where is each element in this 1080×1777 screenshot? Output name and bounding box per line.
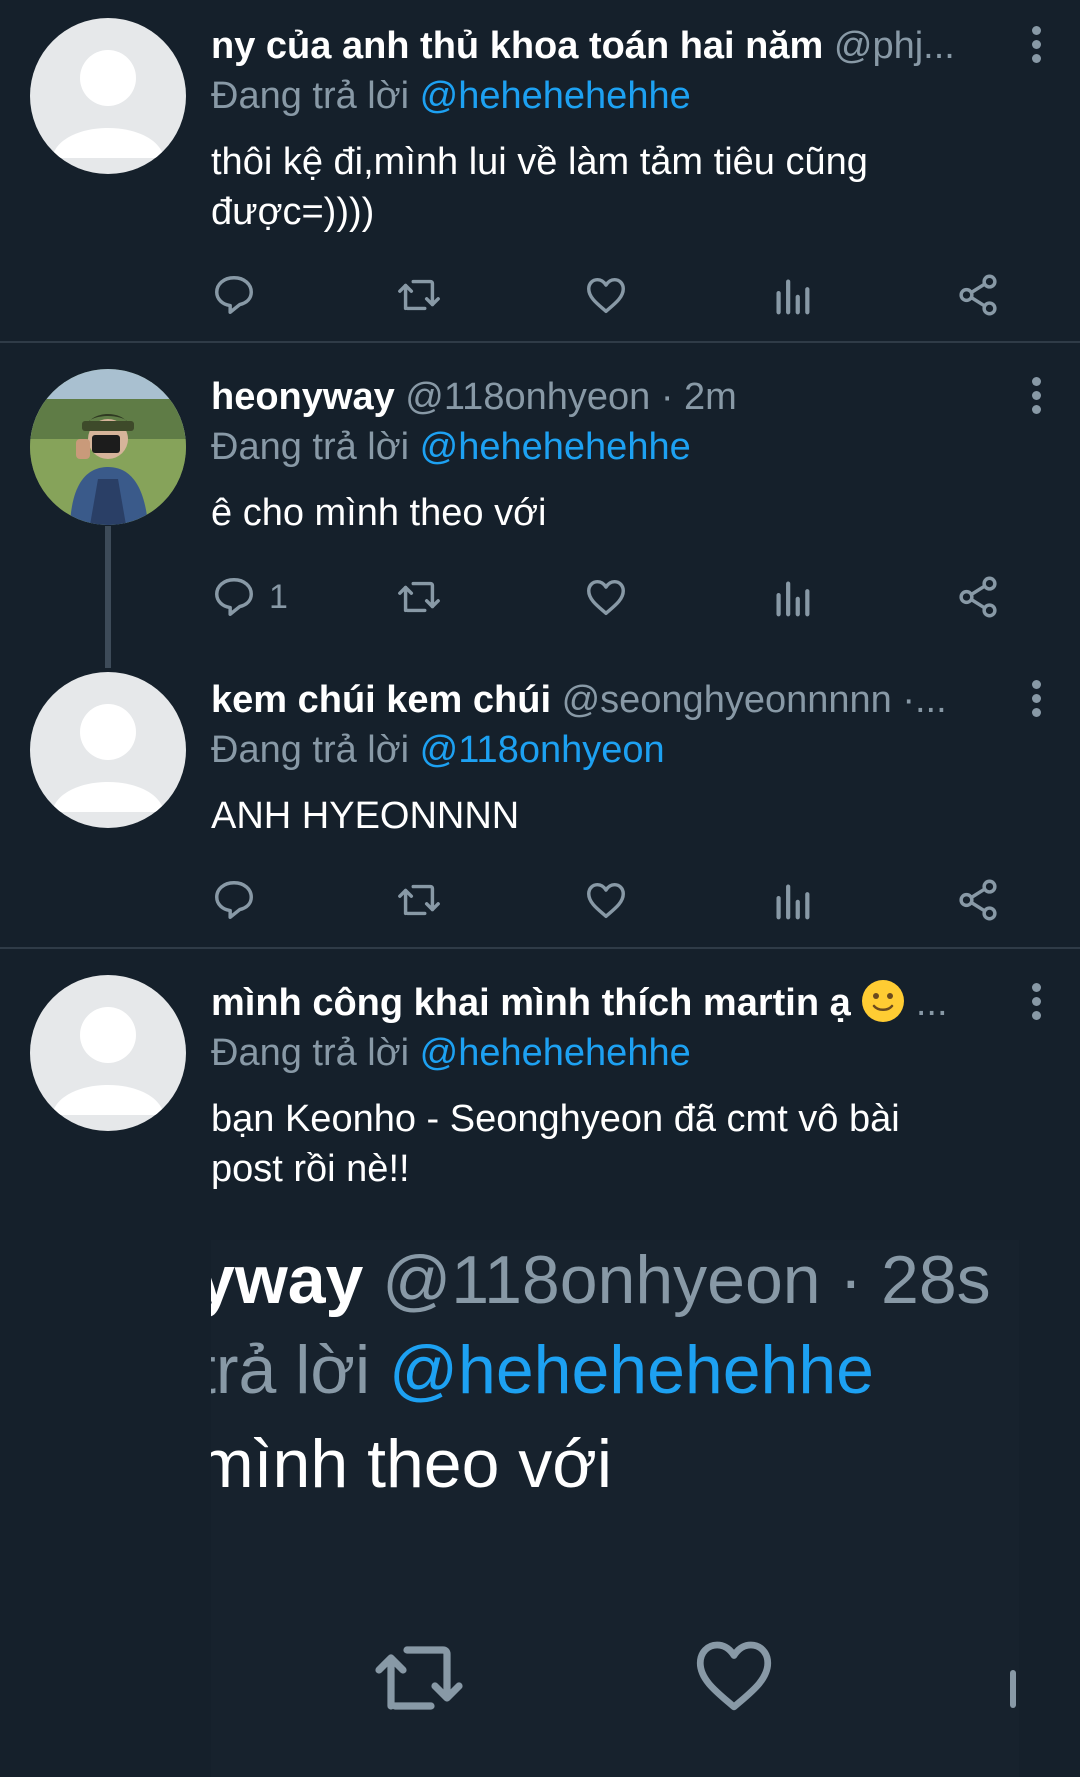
analytics-icon bbox=[776, 279, 810, 315]
tweet-divider bbox=[0, 341, 1080, 343]
tweet-text: ê cho mình theo với bbox=[211, 492, 547, 534]
tweet-actions bbox=[211, 270, 1011, 320]
display-name[interactable]: ny của anh thủ khoa toán hai năm bbox=[211, 25, 823, 67]
image-reply-mention: @hehehehehhe bbox=[388, 1332, 874, 1408]
tweet-actions bbox=[211, 875, 1011, 925]
share-button[interactable] bbox=[955, 875, 1001, 925]
user-handle[interactable]: ... bbox=[916, 982, 948, 1024]
image-display-name: yway bbox=[211, 1242, 364, 1318]
analytics-button[interactable] bbox=[769, 572, 815, 622]
like-icon bbox=[587, 579, 625, 616]
replying-to-label: Đang trả lời bbox=[211, 1032, 410, 1074]
tweet-header: kem chúi kem chúi @seonghyeonnnnn ·... bbox=[211, 676, 970, 724]
tweet-header: heonyway @118onhyeon · 2m bbox=[211, 373, 970, 421]
retweet-button[interactable] bbox=[396, 270, 442, 320]
tweet-text: thôi kệ đi,mình lui về làm tảm tiêu cũng… bbox=[211, 141, 868, 233]
analytics-button[interactable] bbox=[769, 270, 815, 320]
like-icon bbox=[696, 1641, 772, 1711]
thread-connector-line bbox=[105, 526, 111, 668]
tweet-actions: 1 bbox=[211, 572, 1011, 622]
replying-to: Đang trả lời @hehehehehhe bbox=[211, 1029, 691, 1077]
more-icon[interactable] bbox=[1028, 983, 1044, 1025]
display-name[interactable]: heonyway bbox=[211, 376, 395, 418]
share-button[interactable] bbox=[955, 572, 1001, 622]
image-reply-label: trả lời bbox=[211, 1332, 371, 1408]
image-handle: @118onhyeon · 28s bbox=[382, 1242, 991, 1318]
image-name-line: yway @118onhyeon · 28s bbox=[211, 1240, 991, 1320]
reply-icon bbox=[215, 881, 253, 919]
slightly-smiling-face-icon bbox=[862, 980, 905, 1022]
retweet-icon bbox=[398, 884, 440, 916]
user-handle[interactable]: @seonghyeonnnnn ·... bbox=[562, 679, 947, 721]
attached-image[interactable]: yway @118onhyeon · 28s trả lời @hehehehe… bbox=[211, 1240, 1019, 1777]
image-reply-line: trả lời @hehehehehhe bbox=[211, 1330, 874, 1410]
reply-button[interactable] bbox=[211, 875, 257, 925]
replying-to-label: Đang trả lời bbox=[211, 729, 410, 771]
retweet-icon bbox=[375, 1646, 463, 1710]
like-icon bbox=[587, 882, 625, 919]
image-tweet-text: mình theo với bbox=[211, 1426, 613, 1502]
like-icon bbox=[587, 277, 625, 314]
retweet-icon bbox=[398, 581, 440, 613]
more-icon[interactable] bbox=[1028, 26, 1044, 68]
tweet-text: bạn Keonho - Seonghyeon đã cmt vô bài po… bbox=[211, 1098, 900, 1190]
user-handle[interactable]: @phj... bbox=[834, 25, 955, 67]
avatar-default[interactable] bbox=[30, 672, 186, 828]
share-button[interactable] bbox=[955, 270, 1001, 320]
tweet-header: mình công khai mình thích martin ạ ... bbox=[211, 979, 970, 1027]
display-name[interactable]: mình công khai mình thích martin ạ bbox=[211, 982, 851, 1024]
reply-mention-link[interactable]: @118onhyeon bbox=[420, 729, 665, 771]
reply-mention-link[interactable]: @hehehehehhe bbox=[420, 75, 691, 117]
reply-mention-link[interactable]: @hehehehehhe bbox=[420, 426, 691, 468]
user-handle[interactable]: @118onhyeon · 2m bbox=[405, 376, 737, 418]
like-button[interactable] bbox=[583, 270, 629, 320]
replying-to: Đang trả lời @hehehehehhe bbox=[211, 423, 691, 471]
avatar-default[interactable] bbox=[30, 975, 186, 1131]
replying-to: Đang trả lời @hehehehehhe bbox=[211, 72, 691, 120]
avatar-photo[interactable] bbox=[30, 369, 186, 525]
more-icon[interactable] bbox=[1028, 377, 1044, 419]
share-icon bbox=[959, 274, 997, 316]
reply-button[interactable] bbox=[211, 270, 257, 320]
reply-count: 1 bbox=[269, 577, 288, 616]
reply-button[interactable]: 1 bbox=[211, 572, 288, 622]
reply-icon bbox=[215, 578, 253, 616]
tweet-header: ny của anh thủ khoa toán hai năm @phj... bbox=[211, 22, 970, 70]
analytics-icon bbox=[776, 884, 810, 920]
replying-to: Đang trả lời @118onhyeon bbox=[211, 726, 665, 774]
reply-mention-link[interactable]: @hehehehehhe bbox=[420, 1032, 691, 1074]
avatar-default[interactable] bbox=[30, 18, 186, 174]
share-icon bbox=[959, 879, 997, 921]
reply-icon bbox=[215, 276, 253, 314]
retweet-button[interactable] bbox=[396, 875, 442, 925]
like-button[interactable] bbox=[583, 572, 629, 622]
retweet-icon bbox=[398, 279, 440, 311]
analytics-icon bbox=[776, 581, 810, 617]
display-name[interactable]: kem chúi kem chúi bbox=[211, 679, 551, 721]
share-icon bbox=[959, 576, 997, 618]
tweet-text: ANH HYEONNNN bbox=[211, 795, 520, 837]
analytics-button[interactable] bbox=[769, 875, 815, 925]
more-icon[interactable] bbox=[1028, 680, 1044, 722]
like-button[interactable] bbox=[583, 875, 629, 925]
replying-to-label: Đang trả lời bbox=[211, 75, 410, 117]
replying-to-label: Đang trả lời bbox=[211, 426, 410, 468]
retweet-button[interactable] bbox=[396, 572, 442, 622]
tweet-divider bbox=[0, 947, 1080, 949]
analytics-icon bbox=[1010, 1670, 1016, 1708]
